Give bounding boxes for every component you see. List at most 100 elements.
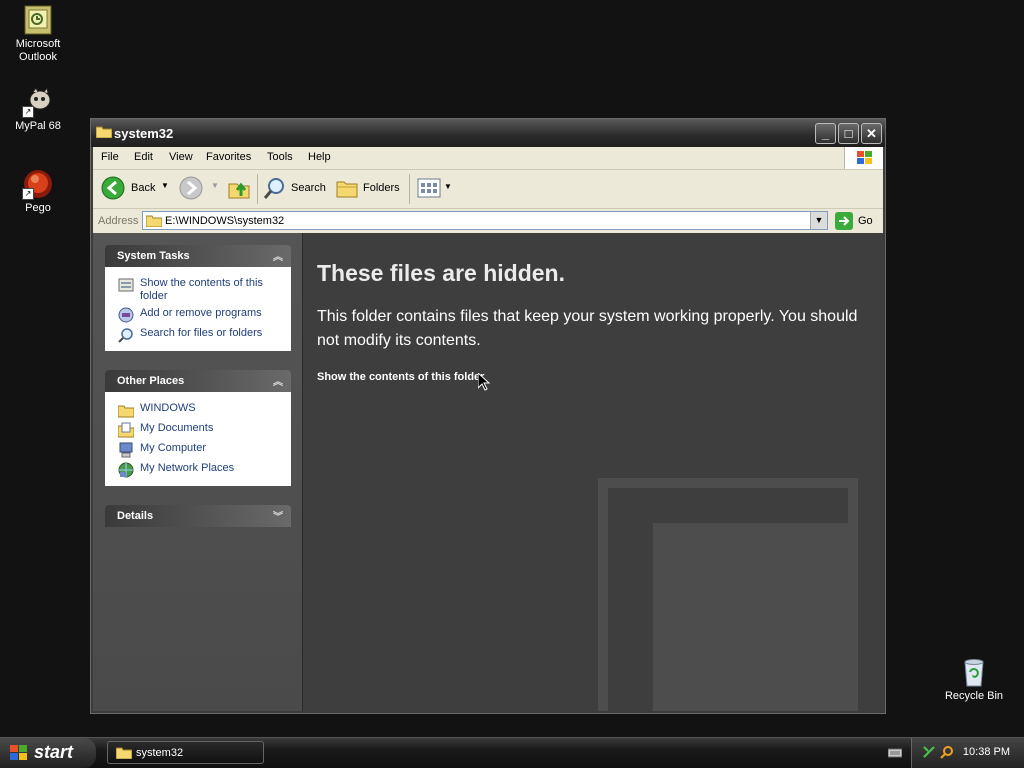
desktop-icon-outlook[interactable]: Microsoft Outlook [0, 4, 76, 64]
my-computer-icon [118, 442, 134, 458]
hidden-files-message: This folder contains files that keep you… [317, 308, 858, 349]
minimize-icon: _ [821, 126, 830, 141]
desktop-icon-recycle-bin[interactable]: Recycle Bin [936, 656, 1012, 703]
show-contents-link[interactable]: Show the contents of this folder [317, 371, 484, 383]
folder-icon [145, 214, 163, 230]
keyboard-icon[interactable] [887, 747, 903, 762]
taskbar-item-label: system32 [136, 747, 184, 759]
place-my-computer[interactable]: My Computer [105, 440, 291, 460]
menu-tools[interactable]: Tools [267, 151, 293, 163]
mouse-cursor-icon [477, 371, 491, 394]
shortcut-arrow-icon: ↗ [22, 188, 34, 200]
collapse-chevron-icon[interactable]: ︽ [273, 373, 283, 388]
close-button[interactable]: ✕ [861, 123, 882, 144]
details-header[interactable]: Details ︾ [105, 505, 291, 527]
hidden-files-heading: These files are hidden. [317, 260, 565, 286]
menu-edit[interactable]: Edit [134, 151, 153, 163]
desktop-icon-label: MyPal 68 [15, 120, 61, 132]
place-my-network-places[interactable]: My Network Places [105, 460, 291, 480]
explorer-window: system32 _ □ ✕ File Edit View Favorites … [90, 118, 886, 714]
menu-help[interactable]: Help [308, 151, 331, 163]
back-dropdown-icon[interactable]: ▼ [161, 181, 169, 190]
system-tasks-header[interactable]: System Tasks ︽ [105, 245, 291, 267]
place-my-documents[interactable]: My Documents [105, 420, 291, 440]
folder-icon [117, 402, 135, 418]
address-value: E:\WINDOWS\system32 [165, 215, 285, 227]
go-label: Go [858, 215, 873, 227]
task-search-files[interactable]: Search for files or folders [105, 325, 291, 345]
place-label: WINDOWS [140, 402, 196, 414]
minimize-button[interactable]: _ [815, 123, 836, 144]
clock[interactable]: 10:38 PM [963, 746, 1010, 758]
other-places-panel: Other Places ︽ WINDOWS My Documents My C… [105, 370, 291, 486]
details-title: Details [117, 510, 154, 522]
windows-logo-icon [844, 147, 883, 169]
system-tasks-title: System Tasks [117, 250, 190, 262]
start-label: start [34, 742, 74, 762]
search-label: Search [291, 182, 326, 194]
menu-file[interactable]: File [101, 151, 119, 163]
toolbar: Back ▼ ▼ Search Folders ▼ [93, 170, 883, 209]
add-remove-programs-icon [118, 307, 134, 323]
shortcut-arrow-icon: ↗ [22, 106, 34, 118]
recycle-bin-icon [958, 656, 990, 688]
search-tray-icon[interactable] [940, 745, 954, 762]
other-places-body: WINDOWS My Documents My Computer My Netw… [105, 392, 291, 486]
taskbar-item-system32[interactable]: system32 [107, 741, 264, 764]
show-contents-icon [118, 277, 134, 293]
views-icon [417, 178, 441, 201]
back-label: Back [131, 182, 156, 194]
back-arrow-icon [101, 176, 125, 203]
network-tray-icon[interactable] [922, 745, 936, 762]
maximize-button[interactable]: □ [838, 123, 859, 144]
system-tasks-panel: System Tasks ︽ Show the contents of this… [105, 245, 291, 351]
outlook-icon [22, 4, 54, 36]
folders-button[interactable]: Folders [335, 176, 403, 202]
folders-label: Folders [363, 182, 400, 194]
title-bar[interactable]: system32 _ □ ✕ [91, 119, 885, 147]
go-arrow-icon [835, 212, 853, 233]
views-dropdown-icon[interactable]: ▼ [444, 182, 452, 191]
desktop-icon-label: Pego [25, 202, 51, 214]
forward-dropdown-icon[interactable]: ▼ [211, 181, 219, 190]
desktop-icon-mypal[interactable]: ↗ MyPal 68 [0, 86, 76, 133]
mypal-icon: ↗ [22, 86, 54, 118]
maximize-icon: □ [844, 126, 853, 141]
folder-icon [95, 125, 113, 139]
desktop-icon-label: Recycle Bin [944, 690, 1004, 702]
up-folder-icon [227, 182, 251, 203]
views-button[interactable]: ▼ [417, 176, 452, 202]
address-dropdown-button[interactable]: ▼ [810, 212, 827, 229]
task-add-remove-programs[interactable]: Add or remove programs [105, 305, 291, 325]
place-windows[interactable]: WINDOWS [105, 400, 291, 420]
desktop-icon-label: Microsoft Outlook [15, 38, 61, 63]
collapse-chevron-icon[interactable]: ︽ [273, 248, 283, 263]
other-places-header[interactable]: Other Places ︽ [105, 370, 291, 392]
window-title: system32 [114, 126, 174, 141]
task-label: Add or remove programs [140, 307, 262, 319]
forward-button[interactable]: ▼ [179, 176, 219, 202]
back-button[interactable]: Back ▼ [101, 176, 169, 203]
go-button[interactable]: Go [833, 211, 879, 231]
place-label: My Network Places [140, 462, 235, 474]
menu-view[interactable]: View [169, 151, 193, 163]
folder-icon [115, 746, 133, 762]
menu-favorites[interactable]: Favorites [206, 151, 251, 163]
address-label: Address [98, 215, 139, 227]
folder-watermark-icon [598, 478, 858, 711]
address-input[interactable]: E:\WINDOWS\system32 ▼ [142, 211, 828, 230]
desktop-icon-pego[interactable]: ↗ Pego [0, 168, 76, 215]
menu-bar: File Edit View Favorites Tools Help [93, 147, 883, 170]
start-button[interactable]: start [0, 738, 96, 768]
folder-content: These files are hidden. This folder cont… [303, 233, 883, 711]
search-icon [263, 176, 287, 203]
place-label: My Documents [140, 422, 214, 434]
address-bar: Address E:\WINDOWS\system32 ▼ Go [93, 209, 883, 233]
search-button[interactable]: Search [263, 176, 329, 202]
expand-chevron-icon[interactable]: ︾ [273, 508, 283, 523]
up-folder-button[interactable] [227, 176, 253, 202]
place-label: My Computer [140, 442, 207, 454]
task-show-contents[interactable]: Show the contents of this folder [105, 275, 291, 305]
search-icon [118, 327, 134, 343]
windows-logo-icon [10, 745, 28, 766]
